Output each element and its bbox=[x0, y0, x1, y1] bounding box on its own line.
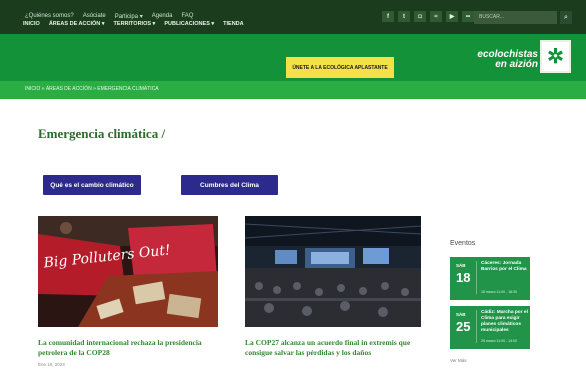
twitter-icon[interactable]: t bbox=[398, 11, 410, 22]
article-title[interactable]: La COP27 alcanza un acuerdo final in ext… bbox=[245, 338, 425, 358]
events-more-link[interactable]: Ver Más bbox=[450, 358, 467, 363]
nav-item-inicio[interactable]: INICIO bbox=[23, 21, 40, 27]
youtube-icon[interactable]: ▶ bbox=[446, 11, 458, 22]
event-weekday: SÁB bbox=[456, 312, 466, 317]
breadcrumb[interactable]: INICIO » ÁREAS DE ACCIÓN » EMERGENCIA CL… bbox=[25, 86, 159, 92]
page-title: Emergencia climática / bbox=[38, 126, 166, 141]
top-link-participa[interactable]: Participa ▾ bbox=[115, 13, 143, 20]
event-day-number: 25 bbox=[456, 319, 471, 334]
flickr-icon[interactable]: •• bbox=[462, 11, 474, 22]
article-card[interactable]: La COP27 alcanza un acuerdo final in ext… bbox=[245, 216, 425, 358]
event-card[interactable]: SÁB 25 Cádiz: Marcha por el Clima para e… bbox=[450, 306, 530, 349]
event-weekday: SÁB bbox=[456, 263, 466, 268]
event-title[interactable]: Cádiz: Marcha por el Clima para exigir p… bbox=[481, 310, 528, 334]
article-image[interactable] bbox=[245, 216, 425, 327]
search-input[interactable]: BUSCAR... bbox=[474, 11, 557, 24]
nav-item-areas-de-accion[interactable]: ÁREAS DE ACCIÓN ▾ bbox=[49, 21, 105, 27]
tag-button-cumbres-del-clima[interactable]: Cumbres del Clima bbox=[181, 175, 278, 195]
nav-item-territorios[interactable]: TERRITORIOS ▾ bbox=[114, 21, 156, 27]
article-date: Ene 16, 2023 bbox=[38, 362, 65, 367]
facebook-icon[interactable]: f bbox=[382, 11, 394, 22]
top-link-quienes-somos[interactable]: ¿Quiénes somos? bbox=[25, 13, 74, 20]
site-logo-text[interactable]: ecolochistas en aizión bbox=[470, 50, 538, 70]
event-time: 25 marzo 11:00 - 14:00 bbox=[481, 339, 517, 343]
nav-item-publicaciones[interactable]: PUBLICACIONES ▾ bbox=[164, 21, 214, 27]
top-nav: ¿Quiénes somos? Asóciate Participa ▾ Age… bbox=[25, 13, 193, 20]
event-divider bbox=[476, 261, 477, 294]
top-link-asociate[interactable]: Asóciate bbox=[83, 13, 106, 20]
top-link-faq[interactable]: FAQ bbox=[181, 13, 193, 20]
article-image[interactable]: Big Polluters Out! bbox=[38, 216, 218, 327]
search-placeholder: BUSCAR... bbox=[479, 14, 505, 20]
event-title[interactable]: Cáceres: Jornada Barrios por el Clima bbox=[481, 261, 528, 273]
search-icon[interactable]: ⌕ bbox=[560, 11, 572, 24]
tag-button-cambio-climatico[interactable]: Qué es el cambio climático bbox=[43, 175, 141, 195]
events-heading: Eventos bbox=[450, 240, 476, 247]
instagram-icon[interactable]: ◘ bbox=[414, 11, 426, 22]
event-time: 18 marzo 11:00 - 18:30 bbox=[481, 290, 517, 294]
logo-mark-icon[interactable]: ✲ bbox=[540, 40, 571, 73]
article-card[interactable]: Big Polluters Out! La comunidad internac… bbox=[38, 216, 218, 367]
article-title[interactable]: La comunidad internacional rechaza la pr… bbox=[38, 338, 218, 358]
event-card[interactable]: SÁB 18 Cáceres: Jornada Barrios por el C… bbox=[450, 257, 530, 300]
protest-photo: Big Polluters Out! bbox=[38, 216, 218, 327]
conference-photo bbox=[245, 216, 422, 327]
logo-line-2: en aizión bbox=[495, 59, 538, 70]
event-day-number: 18 bbox=[456, 270, 471, 285]
event-divider bbox=[476, 310, 477, 343]
nav-item-tienda[interactable]: TIENDA bbox=[223, 21, 243, 27]
social-links: f t ◘ ≈ ▶ •• bbox=[382, 11, 474, 22]
join-cta-button[interactable]: ÚNETE A LA ECOLÓGICA APLASTANTE bbox=[286, 57, 394, 78]
rss-icon[interactable]: ≈ bbox=[430, 11, 442, 22]
main-nav-items: INICIO ÁREAS DE ACCIÓN ▾ TERRITORIOS ▾ P… bbox=[23, 21, 244, 27]
top-link-agenda[interactable]: Agenda bbox=[152, 13, 173, 20]
